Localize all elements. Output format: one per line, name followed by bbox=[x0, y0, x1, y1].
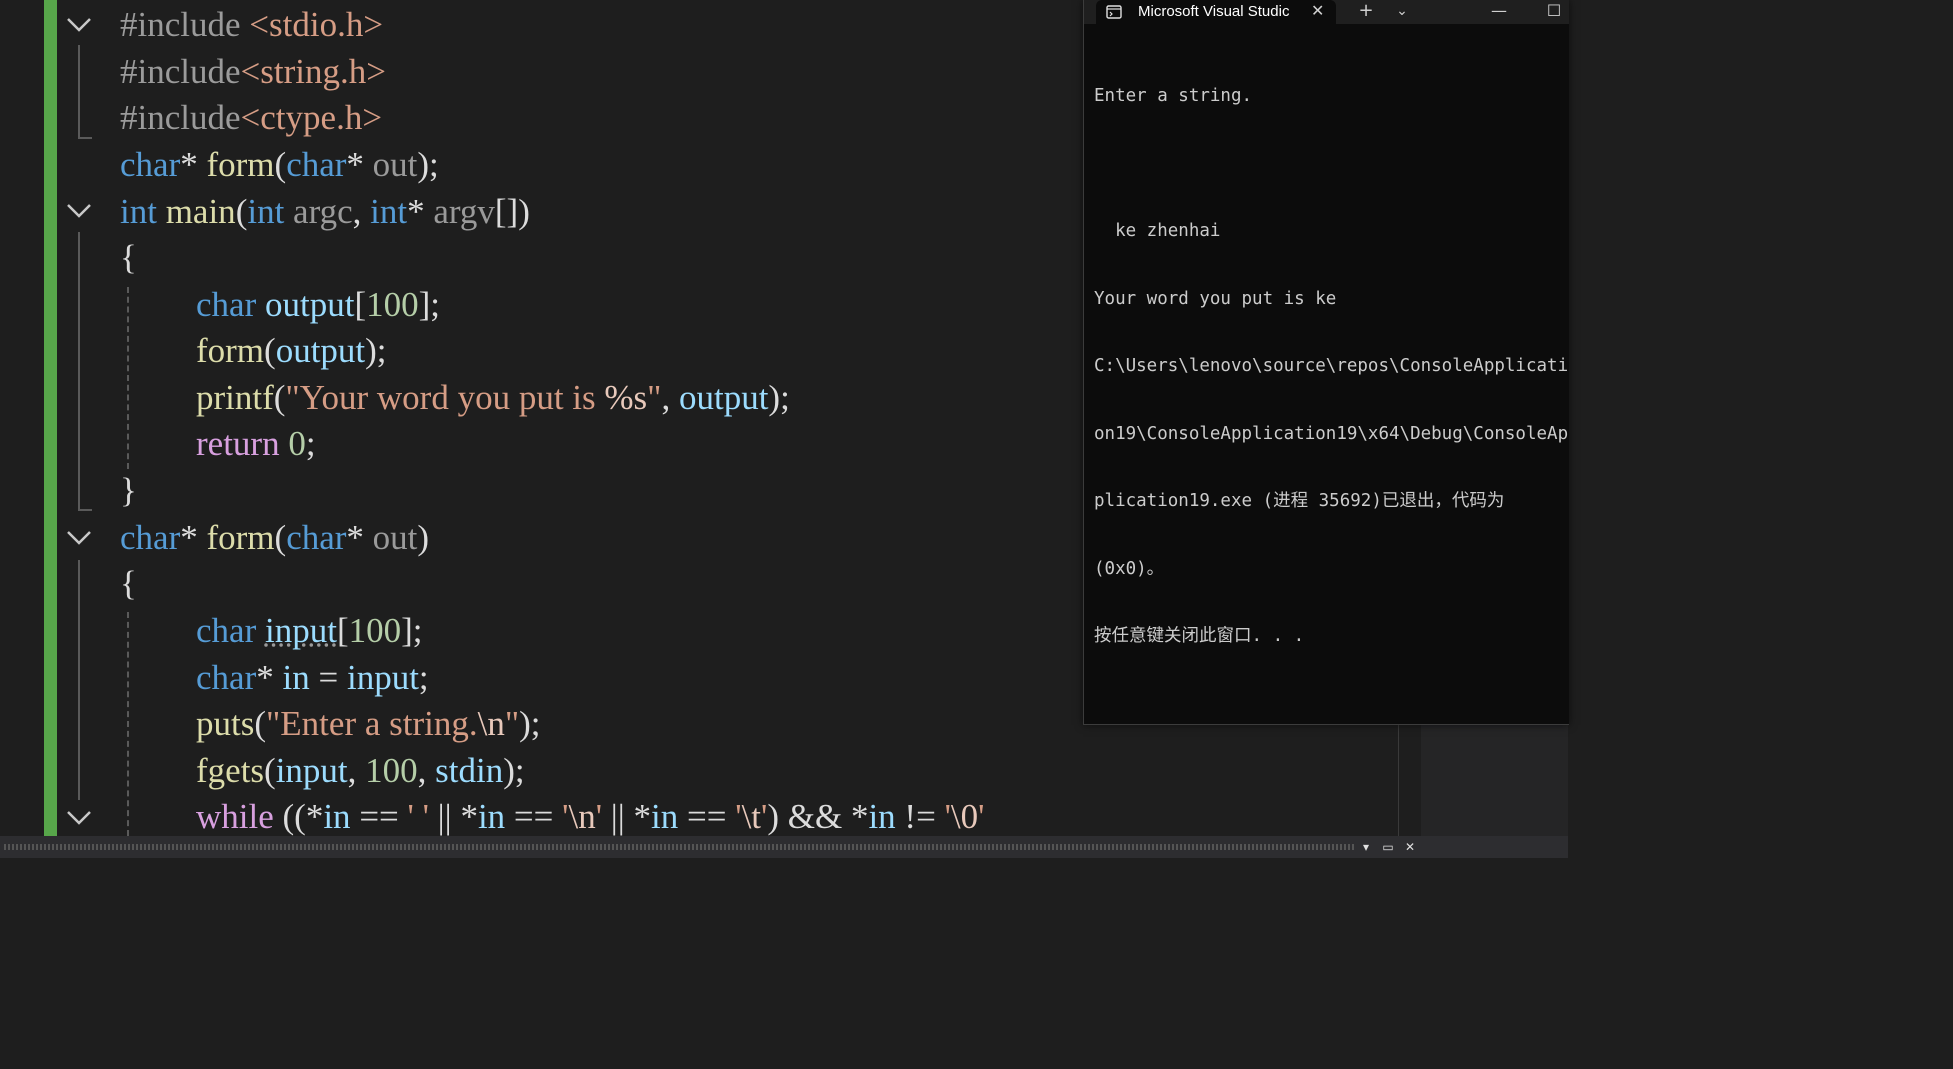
maximize-icon[interactable]: ▭ bbox=[1380, 839, 1396, 855]
scrollbar-track[interactable] bbox=[4, 844, 1354, 850]
code-line-9[interactable]: printf("Your word you put is %s", output… bbox=[196, 375, 790, 421]
code-line-4[interactable]: char* form(char* out); bbox=[120, 142, 439, 188]
console-line: 按任意键关闭此窗口. . . bbox=[1094, 626, 1305, 646]
terminal-icon bbox=[1106, 4, 1122, 20]
fold-chevron-icon[interactable] bbox=[65, 527, 93, 551]
console-line: Enter a string. bbox=[1094, 86, 1253, 106]
outline-guide bbox=[78, 137, 92, 139]
indent-guide bbox=[127, 612, 129, 836]
code-line-6[interactable]: { bbox=[120, 235, 137, 281]
console-line: Your word you put is ke bbox=[1094, 288, 1337, 309]
code-line-5[interactable]: int main(int argc, int* argv[]) bbox=[120, 189, 530, 235]
new-tab-icon[interactable]: + bbox=[1354, 0, 1378, 24]
code-line-8[interactable]: form(output); bbox=[196, 328, 387, 374]
outline-guide bbox=[78, 509, 92, 511]
code-line-2[interactable]: #include<string.h> bbox=[120, 49, 386, 95]
code-line-11[interactable]: } bbox=[120, 468, 137, 514]
console-line: ke zhenhai bbox=[1094, 221, 1221, 241]
close-tab-icon[interactable]: ✕ bbox=[1311, 1, 1324, 20]
fold-chevron-icon[interactable] bbox=[65, 14, 93, 38]
chevron-down-icon[interactable]: ⌄ bbox=[1390, 0, 1414, 24]
chevron-down-icon[interactable]: ▾ bbox=[1358, 839, 1374, 855]
code-line-18[interactable]: while ((*in == ' ' || *in == '\n' || *in… bbox=[196, 794, 984, 836]
code-line-1[interactable]: #include <stdio.h> bbox=[120, 2, 383, 48]
code-line-12[interactable]: char* form(char* out) bbox=[120, 515, 429, 561]
code-line-3[interactable]: #include<ctype.h> bbox=[120, 95, 382, 141]
fold-chevron-icon[interactable] bbox=[65, 807, 93, 831]
console-line: (0x0)。 bbox=[1094, 558, 1165, 579]
code-line-13[interactable]: { bbox=[120, 561, 137, 607]
code-line-16[interactable]: puts("Enter a string.\n"); bbox=[196, 701, 541, 747]
console-window[interactable]: Microsoft Visual Studic ✕ + ⌄ — ☐ Enter … bbox=[1083, 0, 1569, 725]
console-tab-bar: Microsoft Visual Studic ✕ + ⌄ — ☐ bbox=[1084, 0, 1569, 24]
console-line: on19\ConsoleApplication19\x64\Debug\Cons… bbox=[1094, 423, 1569, 444]
fold-chevron-icon[interactable] bbox=[65, 200, 93, 224]
maximize-icon[interactable]: ☐ bbox=[1539, 0, 1569, 24]
horizontal-scrollbar[interactable]: ▾ ▭ ✕ bbox=[0, 836, 1568, 858]
code-line-7[interactable]: char output[100]; bbox=[196, 282, 440, 328]
outline-guide bbox=[78, 560, 80, 800]
outline-guide bbox=[78, 232, 80, 510]
close-icon[interactable]: ✕ bbox=[1402, 839, 1418, 855]
console-tab-title: Microsoft Visual Studic bbox=[1138, 3, 1290, 20]
minimize-icon[interactable]: — bbox=[1484, 0, 1514, 24]
console-line: ​ bbox=[1094, 153, 1569, 176]
indent-guide bbox=[127, 287, 129, 469]
console-line: C:\Users\lenovo\source\repos\ConsoleAppl… bbox=[1094, 356, 1569, 376]
console-line: plication19.exe (进程 35692)已退出，代码为 bbox=[1094, 491, 1505, 511]
code-line-10[interactable]: return 0; bbox=[196, 421, 316, 467]
console-output: Enter a string. ​ ke zhenhai Your word y… bbox=[1094, 40, 1569, 693]
code-line-14[interactable]: char input[100]; bbox=[196, 608, 422, 654]
outline-guide bbox=[78, 45, 80, 138]
code-line-15[interactable]: char* in = input; bbox=[196, 655, 429, 701]
code-line-17[interactable]: fgets(input, 100, stdin); bbox=[196, 748, 525, 794]
change-tracking-bar bbox=[44, 0, 57, 836]
console-tab[interactable]: Microsoft Visual Studic ✕ bbox=[1096, 0, 1336, 24]
